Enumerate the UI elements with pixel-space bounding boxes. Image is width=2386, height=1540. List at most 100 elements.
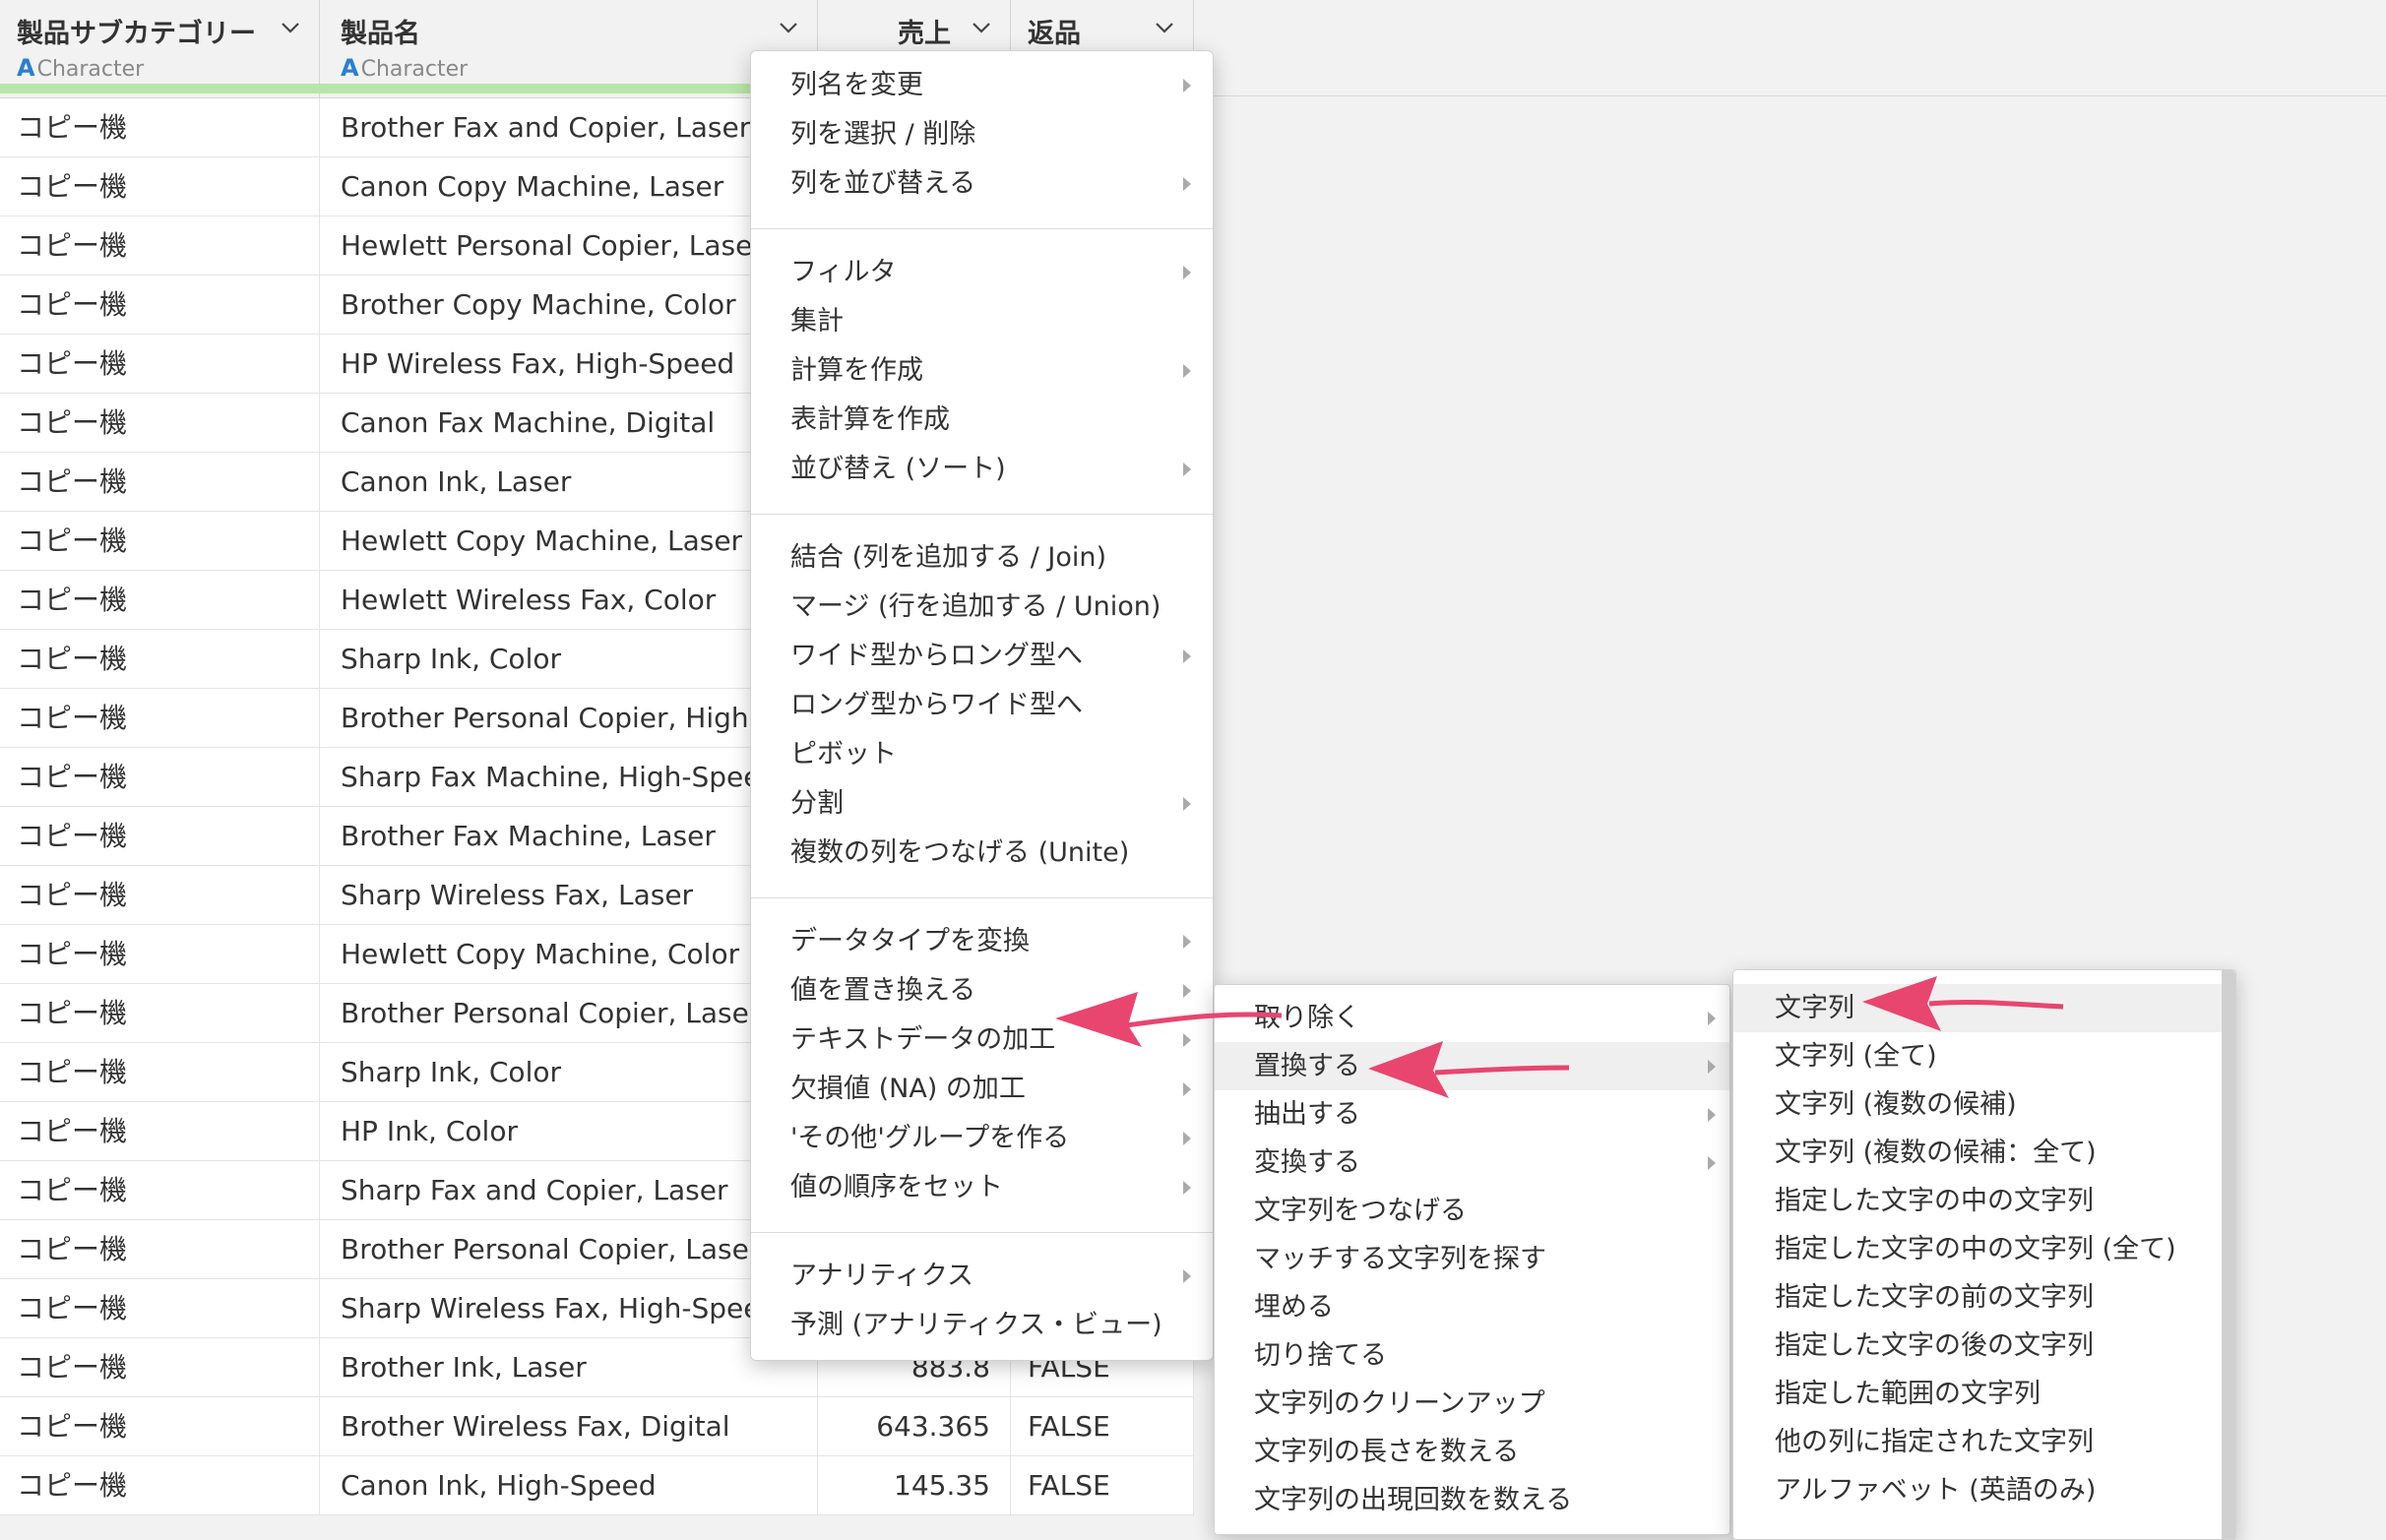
menu-item-label: 指定した文字の中の文字列 (全て) [1775, 1234, 2176, 1264]
table-row[interactable]: コピー機 Brother Wireless Fax, Digital 643.365… [0, 1397, 1194, 1456]
menu-item[interactable]: 他の列に指定された文字列 [1733, 1418, 2222, 1466]
menu-item[interactable]: 複数の列をつなげる (Unite) [751, 829, 1213, 878]
chevron-down-icon[interactable] [1154, 17, 1175, 38]
cell-subcategory: コピー機 [0, 276, 320, 335]
menu-item[interactable]: 指定した文字の中の文字列 (全て) [1733, 1225, 2222, 1273]
menu-item[interactable]: データタイプを変換 [751, 917, 1213, 966]
menu-item[interactable]: 列名を変更 [751, 61, 1213, 110]
menu-item-label: 切り捨てる [1254, 1340, 1387, 1371]
cell-subcategory: コピー機 [0, 866, 320, 925]
menu-item[interactable]: 文字列のクリーンアップ [1215, 1380, 1729, 1428]
menu-item[interactable]: マッチする文字列を探す [1215, 1235, 1729, 1283]
cell-sales: 643.365 [818, 1397, 1011, 1456]
menu-item[interactable]: 指定した範囲の文字列 [1733, 1370, 2222, 1418]
menu-item[interactable]: 文字列をつなげる [1215, 1187, 1729, 1235]
menu-item-label: 並び替え (ソート) [790, 454, 1006, 484]
menu-item[interactable]: アルファベット (英語のみ) [1733, 1466, 2222, 1514]
menu-item[interactable]: 切り捨てる [1215, 1331, 1729, 1380]
menu-item[interactable]: 値の順序をセット [751, 1163, 1213, 1212]
menu-item[interactable]: 文字列の長さを数える [1215, 1428, 1729, 1476]
cell-subcategory: コピー機 [0, 216, 320, 276]
submenu-arrow-icon [1183, 462, 1191, 476]
chevron-down-icon[interactable] [971, 17, 992, 38]
menu-item[interactable]: 並び替え (ソート) [751, 445, 1213, 494]
cell-product-name: Sharp Wireless Fax, Laser [320, 866, 818, 925]
submenu-arrow-icon [1183, 364, 1191, 378]
cell-subcategory: コピー機 [0, 748, 320, 807]
menu-divider [751, 897, 1213, 898]
menu-item[interactable]: 予測 (アナリティクス・ビュー) [751, 1301, 1213, 1350]
menu-item[interactable]: 欠損値 (NA) の加工 [751, 1065, 1213, 1114]
menu-item-label: 指定した範囲の文字列 [1775, 1379, 2041, 1409]
menu-item-label: 文字列 (全て) [1775, 1041, 1937, 1072]
menu-item[interactable]: 分割 [751, 779, 1213, 829]
cell-product-name: Sharp Wireless Fax, High-Speed [320, 1279, 818, 1338]
menu-item[interactable]: 列を選択 / 削除 [751, 110, 1213, 159]
menu-item-label: 文字列のクリーンアップ [1254, 1388, 1545, 1419]
cell-subcategory: コピー機 [0, 1397, 320, 1456]
menu-item-label: 抽出する [1254, 1099, 1360, 1130]
menu-item-label: 'その他'グループを作る [790, 1123, 1070, 1153]
cell-product-name: Hewlett Wireless Fax, Color [320, 571, 818, 630]
menu-item[interactable]: 取り除く [1215, 994, 1729, 1042]
menu-item[interactable]: 指定した文字の後の文字列 [1733, 1322, 2222, 1370]
cell-product-name: Hewlett Copy Machine, Laser [320, 512, 818, 571]
menu-item[interactable]: 埋める [1215, 1283, 1729, 1331]
cell-product-name: Brother Personal Copier, Laser [320, 984, 818, 1043]
cell-product-name: Brother Personal Copier, Laser [320, 1220, 818, 1279]
chevron-down-icon[interactable] [280, 17, 301, 38]
menu-item-label: テキストデータの加工 [790, 1024, 1056, 1055]
menu-item-label: 予測 (アナリティクス・ビュー) [790, 1310, 1162, 1340]
submenu-arrow-icon [1708, 1108, 1716, 1122]
cell-product-name: HP Wireless Fax, High-Speed [320, 335, 818, 394]
menu-item[interactable]: 列を並び替える [751, 159, 1213, 209]
menu-item-label: 計算を作成 [790, 355, 923, 386]
submenu-arrow-icon [1183, 1269, 1191, 1283]
menu-item-label: アルファベット (英語のみ) [1775, 1475, 2097, 1506]
scrollbar[interactable] [2222, 970, 2235, 1539]
menu-item-label: 文字列 [1775, 993, 1854, 1023]
menu-item[interactable]: 'その他'グループを作る [751, 1114, 1213, 1163]
menu-item-label: ワイド型からロング型へ [790, 641, 1083, 671]
cell-product-name: Brother Wireless Fax, Digital [320, 1397, 818, 1456]
menu-item[interactable]: ピボット [751, 730, 1213, 779]
cell-subcategory: コピー機 [0, 335, 320, 394]
menu-item-label: 他の列に指定された文字列 [1775, 1427, 2094, 1457]
menu-item[interactable]: フィルタ [751, 248, 1213, 297]
submenu-arrow-icon [1183, 1132, 1191, 1145]
menu-item[interactable]: 文字列 (複数の候補) [1733, 1080, 2222, 1129]
menu-item[interactable]: 文字列の出現回数を数える [1215, 1476, 1729, 1524]
menu-item[interactable]: 計算を作成 [751, 346, 1213, 396]
menu-item[interactable]: 変換する [1215, 1139, 1729, 1187]
cell-product-name: Hewlett Copy Machine, Color [320, 925, 818, 984]
menu-item[interactable]: マージ (行を追加する / Union) [751, 583, 1213, 632]
menu-item[interactable]: 文字列 (複数の候補：全て) [1733, 1129, 2222, 1177]
menu-item[interactable]: アナリティクス [751, 1252, 1213, 1301]
submenu-arrow-icon [1708, 1060, 1716, 1074]
cell-subcategory: コピー機 [0, 807, 320, 866]
menu-item-label: 値の順序をセット [790, 1172, 1003, 1202]
menu-divider [751, 514, 1213, 515]
menu-item-label: 埋める [1254, 1292, 1334, 1323]
menu-item-label: 文字列をつなげる [1254, 1196, 1467, 1226]
menu-item[interactable]: ロング型からワイド型へ [751, 681, 1213, 730]
cell-product-name: Canon Copy Machine, Laser [320, 157, 818, 216]
cell-subcategory: コピー機 [0, 1338, 320, 1397]
cell-subcategory: コピー機 [0, 512, 320, 571]
cell-product-name: Brother Personal Copier, High-Sp [320, 689, 818, 748]
menu-item[interactable]: 指定した文字の中の文字列 [1733, 1177, 2222, 1225]
menu-item[interactable]: ワイド型からロング型へ [751, 632, 1213, 681]
column-context-menu: 列名を変更 列を選択 / 削除列を並び替えるフィルタ集計計算を作成表計算を作成並び… [750, 50, 1214, 1361]
menu-item[interactable]: 文字列 (全て) [1733, 1032, 2222, 1080]
menu-item[interactable]: 集計 [751, 297, 1213, 346]
menu-item-label: 集計 [790, 306, 844, 337]
submenu-arrow-icon [1183, 266, 1191, 279]
menu-item[interactable]: 指定した文字の前の文字列 [1733, 1273, 2222, 1322]
table-row[interactable]: コピー機 Canon Ink, High-Speed 145.35 FALSE [0, 1456, 1194, 1515]
divider [1194, 95, 2386, 96]
chevron-down-icon[interactable] [778, 17, 799, 38]
cell-product-name: Sharp Fax Machine, High-Speed [320, 748, 818, 807]
menu-item-label: 列を並び替える [790, 168, 976, 199]
menu-item[interactable]: 結合 (列を追加する / Join) [751, 533, 1213, 583]
menu-item[interactable]: 表計算を作成 [751, 396, 1213, 445]
